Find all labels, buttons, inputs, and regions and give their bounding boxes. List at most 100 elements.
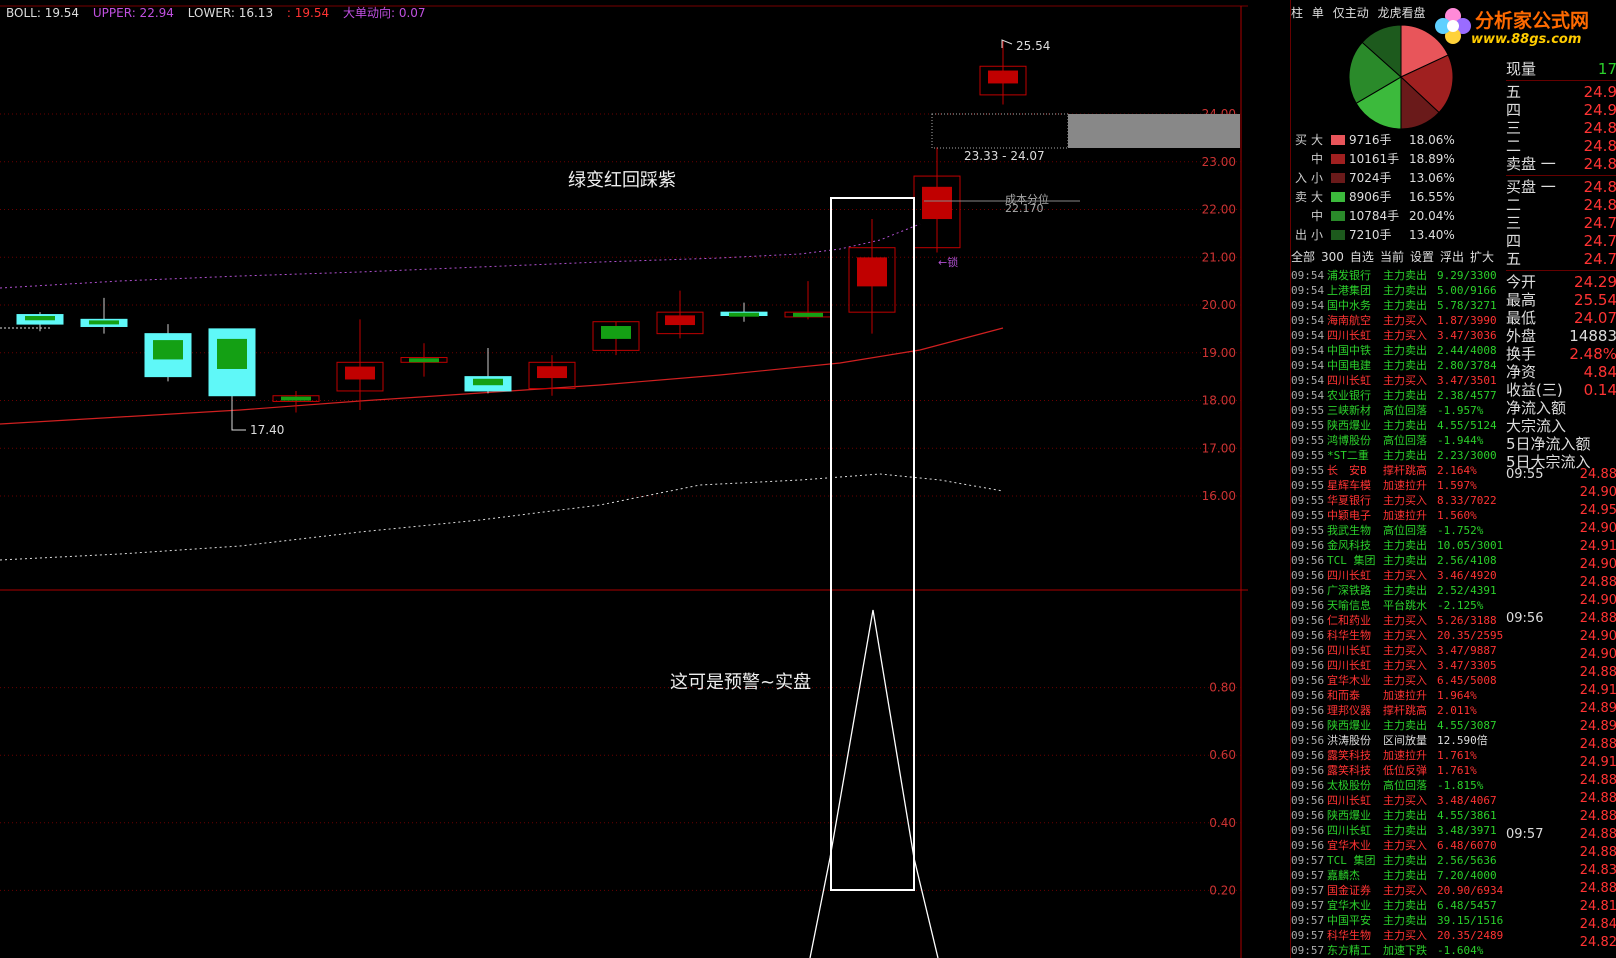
deal-action: 高位回落 — [1383, 434, 1427, 447]
deal-row[interactable]: 09:57 中国平安 主力卖出 39.15/1516 — [1291, 913, 1506, 928]
toolbar-item[interactable]: 扩大 — [1470, 250, 1494, 264]
deal-stock: 陕西爆业 — [1327, 809, 1371, 822]
kline-chart-area[interactable]: 24.0023.0022.0021.0020.0019.0018.0017.00… — [0, 0, 1248, 958]
flow-pie-chart — [1348, 24, 1454, 130]
kline-svg[interactable]: 24.0023.0022.0021.0020.0019.0018.0017.00… — [0, 0, 1248, 958]
deal-row[interactable]: 09:56 广深铁路 主力卖出 2.52/4391 — [1291, 583, 1506, 598]
deal-stock: 宜华木业 — [1327, 674, 1371, 687]
deal-row[interactable]: 09:57 东方精工 加速下跌 -1.604% — [1291, 943, 1506, 958]
tab-bar[interactable]: 柱 — [1291, 6, 1303, 20]
deal-row[interactable]: 09:56 和而泰 加速拉升 1.964% — [1291, 688, 1506, 703]
deal-action: 主力卖出 — [1383, 419, 1427, 432]
deal-value: 2.164% — [1437, 464, 1477, 477]
deal-value: 9.29/3300 — [1437, 269, 1497, 282]
deal-row[interactable]: 09:56 四川长虹 主力买入 3.47/3305 — [1291, 658, 1506, 673]
tick-time: 09:56 — [1506, 611, 1544, 626]
quote-label: 最高 — [1506, 291, 1537, 309]
deal-row[interactable]: 09:54 四川长虹 主力买入 3.47/3501 — [1291, 373, 1506, 388]
deal-row[interactable]: 09:56 四川长虹 主力卖出 3.48/3971 — [1291, 823, 1506, 838]
deal-row[interactable]: 09:55 *ST二重 主力卖出 2.23/3000 — [1291, 448, 1506, 463]
deal-row[interactable]: 09:56 金风科技 主力卖出 10.05/3001 — [1291, 538, 1506, 553]
deal-list[interactable]: 09:54 浦发银行 主力卖出 9.29/3300 09:54 上港集团 主力卖出 5.00/… — [1291, 268, 1506, 958]
deal-row[interactable]: 09:55 华夏银行 主力买入 8.33/7022 — [1291, 493, 1506, 508]
deal-time: 09:56 — [1291, 779, 1325, 792]
deal-row[interactable]: 09:55 中颖电子 加速拉升 1.560% — [1291, 508, 1506, 523]
toolbar-item[interactable]: 全部 — [1291, 250, 1315, 264]
deal-stock: 四川长虹 — [1327, 794, 1371, 807]
tab-longhu[interactable]: 龙虎看盘 — [1378, 6, 1426, 20]
deal-row[interactable]: 09:54 中国中铁 主力卖出 2.44/4008 — [1291, 343, 1506, 358]
price-tick-label: 19.00 — [1202, 346, 1236, 360]
deal-row[interactable]: 09:56 天喻信息 平台跳水 -2.125% — [1291, 598, 1506, 613]
deal-row[interactable]: 09:56 陕西爆业 主力卖出 4.55/3861 — [1291, 808, 1506, 823]
right-panel: 柱 单 仅主动 龙虎看盘 分析家公式网 www.88gs.com 买 大 971… — [1290, 0, 1616, 958]
toolbar-item[interactable]: 设置 — [1410, 250, 1434, 264]
deal-stock: 陕西爆业 — [1327, 719, 1371, 732]
flow-label-row: 大宗流入 — [1506, 417, 1616, 435]
deal-row[interactable]: 09:57 嘉麟杰 主力卖出 7.20/4000 — [1291, 868, 1506, 883]
flow-color-swatch — [1331, 191, 1345, 202]
deal-row[interactable]: 09:54 海南航空 主力买入 1.87/3990 — [1291, 313, 1506, 328]
deal-row[interactable]: 09:55 三峡新材 高位回落 -1.957% — [1291, 403, 1506, 418]
deal-row[interactable]: 09:56 露笑科技 低位反弹 1.761% — [1291, 763, 1506, 778]
toolbar-item[interactable]: 浮出 — [1440, 250, 1464, 264]
deal-row[interactable]: 09:57 国金证券 主力买入 20.90/6934 — [1291, 883, 1506, 898]
deal-row[interactable]: 09:57 科华生物 主力买入 20.35/2489 — [1291, 928, 1506, 943]
deal-action: 低位反弹 — [1383, 764, 1427, 777]
deal-row[interactable]: 09:54 上港集团 主力卖出 5.00/9166 — [1291, 283, 1506, 298]
deal-value: 2.44/4008 — [1437, 344, 1497, 357]
sell-level-row: 三 24.8 — [1506, 119, 1616, 137]
buy-level-row: 三 24.7 — [1506, 214, 1616, 232]
deal-stock: 三峡新材 — [1327, 404, 1371, 417]
deal-time: 09:57 — [1291, 914, 1325, 927]
deal-row[interactable]: 09:56 四川长虹 主力买入 3.46/4920 — [1291, 568, 1506, 583]
tick-list[interactable]: 09:55 24.88 24.90 24.95 24.90 24.91 24.90 24.88… — [1506, 466, 1616, 952]
deal-value: -2.125% — [1437, 599, 1484, 612]
quote-value: 2.48% — [1569, 345, 1616, 363]
flow-side: 入 — [1294, 171, 1307, 185]
quote-label: 今开 — [1506, 273, 1537, 291]
deal-row[interactable]: 09:55 鸿博股份 高位回落 -1.944% — [1291, 433, 1506, 448]
deal-row[interactable]: 09:56 洪涛股份 区间放量 12.590倍 — [1291, 733, 1506, 748]
tick-row: 09:57 24.88 — [1506, 826, 1616, 844]
deal-row[interactable]: 09:54 浦发银行 主力卖出 9.29/3300 — [1291, 268, 1506, 283]
tab-single[interactable]: 单 — [1312, 6, 1324, 20]
deal-row[interactable]: 09:55 我武生物 高位回落 -1.752% — [1291, 523, 1506, 538]
tick-price: 24.83 — [1579, 863, 1616, 878]
deal-row[interactable]: 09:54 农业银行 主力卖出 2.38/4577 — [1291, 388, 1506, 403]
deal-row[interactable]: 09:56 露笑科技 加速拉升 1.761% — [1291, 748, 1506, 763]
flow-row: 出 小 7210手 13.40% — [1291, 225, 1506, 244]
deal-row[interactable]: 09:56 理邦仪器 撑杆跳高 2.011% — [1291, 703, 1506, 718]
deal-row[interactable]: 09:57 宜华木业 主力卖出 6.48/5457 — [1291, 898, 1506, 913]
deal-value: 4.55/3861 — [1437, 809, 1497, 822]
deal-action: 主力卖出 — [1383, 284, 1427, 297]
tick-row: 24.84 — [1506, 916, 1616, 934]
deal-action: 区间放量 — [1383, 734, 1427, 747]
deal-row[interactable]: 09:55 星辉车模 加速拉升 1.597% — [1291, 478, 1506, 493]
deal-row[interactable]: 09:56 陕西爆业 主力卖出 4.55/3087 — [1291, 718, 1506, 733]
deal-action: 主力卖出 — [1383, 809, 1427, 822]
toolbar-item[interactable]: 300 — [1321, 250, 1344, 264]
deal-row[interactable]: 09:55 陕西爆业 主力卖出 4.55/5124 — [1291, 418, 1506, 433]
deal-row[interactable]: 09:56 宜华木业 主力买入 6.48/6070 — [1291, 838, 1506, 853]
deal-row[interactable]: 09:55 长 安B 撑杆跳高 2.164% — [1291, 463, 1506, 478]
toolbar-item[interactable]: 自选 — [1350, 250, 1374, 264]
deal-row[interactable]: 09:54 国中水务 主力卖出 5.78/3271 — [1291, 298, 1506, 313]
tab-active-only[interactable]: 仅主动 — [1333, 6, 1369, 20]
deal-row[interactable]: 09:56 TCL 集团 主力卖出 2.56/4108 — [1291, 553, 1506, 568]
toolbar-item[interactable]: 当前 — [1380, 250, 1404, 264]
deal-row[interactable]: 09:56 太极股份 高位回落 -1.815% — [1291, 778, 1506, 793]
deal-action: 撑杆跳高 — [1383, 704, 1427, 717]
deal-row[interactable]: 09:56 科华生物 主力买入 20.35/2595 — [1291, 628, 1506, 643]
tick-time: 09:55 — [1506, 467, 1544, 482]
deal-row[interactable]: 09:57 TCL 集团 主力卖出 2.56/5636 — [1291, 853, 1506, 868]
stat-row: 今开 24.29 — [1506, 273, 1616, 291]
buy-level-row: 二 24.8 — [1506, 196, 1616, 214]
deal-row[interactable]: 09:56 四川长虹 主力买入 3.47/9887 — [1291, 643, 1506, 658]
deal-row[interactable]: 09:56 宜华木业 主力买入 6.45/5008 — [1291, 673, 1506, 688]
deal-row[interactable]: 09:54 四川长虹 主力买入 3.47/3036 — [1291, 328, 1506, 343]
deal-row[interactable]: 09:54 中国电建 主力卖出 2.80/3784 — [1291, 358, 1506, 373]
deal-row[interactable]: 09:56 仁和药业 主力买入 5.26/3188 — [1291, 613, 1506, 628]
boll-value: BOLL: 19.54 — [6, 6, 80, 20]
deal-row[interactable]: 09:56 四川长虹 主力买入 3.48/4067 — [1291, 793, 1506, 808]
